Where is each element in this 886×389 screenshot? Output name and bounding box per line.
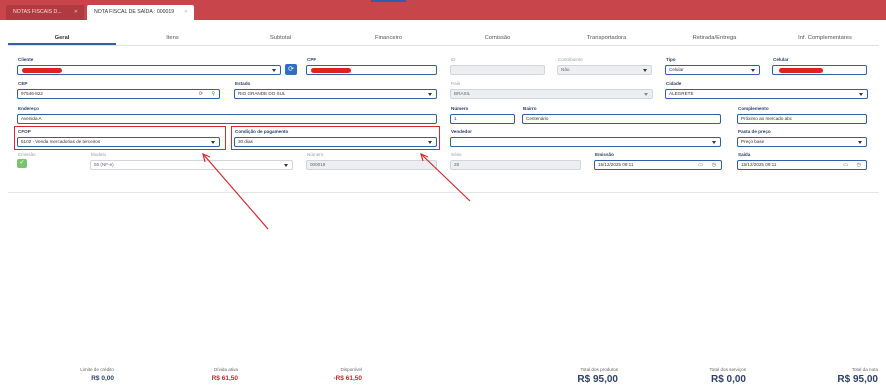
total-nota-label: Total da nota: [851, 367, 878, 372]
total-produtos-value: R$ 95,00: [577, 374, 618, 385]
app-root: NOTAS FISCAIS D... ✕ NOTA FISCAL DE SAÍD…: [0, 0, 886, 389]
total-nota-value: R$ 95,00: [837, 374, 878, 385]
annotation-arrow-cfop: [202, 153, 269, 230]
disponivel-label: Disponível: [340, 367, 362, 372]
disponivel-value: -R$ 61,50: [333, 375, 362, 382]
annotation-arrow-condicao: [420, 153, 471, 202]
limite-credito-value: R$ 0,00: [91, 375, 114, 382]
limite-credito-label: Limite de crédito: [80, 367, 114, 372]
total-produtos-label: Total dos produtos: [580, 367, 618, 372]
divida-ativa-label: Dívida ativa: [213, 367, 238, 372]
divida-ativa-value: R$ 61,50: [211, 375, 238, 382]
annotation-arrows: [202, 152, 471, 230]
total-servicos-label: Total dos serviços: [709, 367, 746, 372]
total-servicos-value: R$ 0,00: [710, 374, 746, 385]
